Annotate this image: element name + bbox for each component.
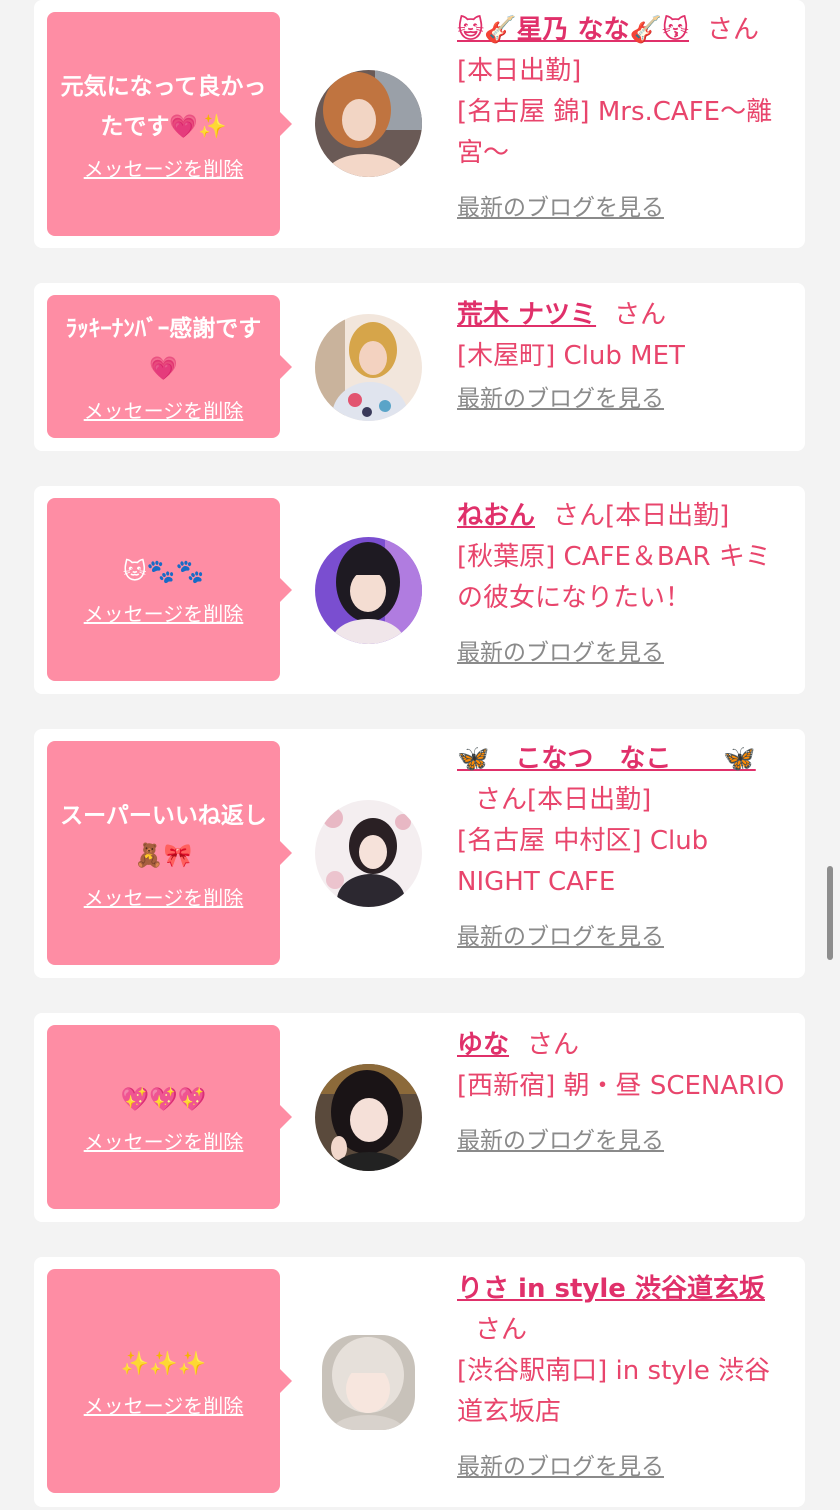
delete-message-link[interactable]: メッセージを削除 [84, 395, 244, 424]
message-text: 元気になって良かったです💗✨ [60, 73, 267, 140]
scrollbar[interactable] [827, 866, 833, 960]
honorific: さん [553, 501, 606, 531]
message-bubble: 元気になって良かったです💗✨ メッセージを削除 [47, 12, 292, 236]
blog-link[interactable]: 最新のブログを見る [457, 1121, 664, 1162]
message-bubble: 🐱🐾🐾 メッセージを削除 [47, 498, 292, 681]
message-text: 🐱🐾🐾 [122, 559, 205, 585]
shop-text: [名古屋 中村区] Club NIGHT CAFE [457, 826, 709, 897]
message-text: ﾗｯｷｰﾅﾝﾊﾞｰ感謝です💗 [65, 316, 262, 382]
blog-link[interactable]: 最新のブログを見る [457, 917, 664, 958]
cast-info: 荒木 ナツミ さん [木屋町] Club MET 最新のブログを見る [457, 295, 793, 420]
message-bubble: ﾗｯｷｰﾅﾝﾊﾞｰ感謝です💗 メッセージを削除 [47, 295, 292, 438]
avatar[interactable] [322, 1335, 415, 1430]
profile-photo-icon [315, 314, 422, 421]
profile-photo-icon [322, 1335, 415, 1430]
delete-message-link[interactable]: メッセージを削除 [84, 1390, 244, 1419]
honorific: さん [614, 300, 667, 330]
cast-name-link[interactable]: ねおん [457, 501, 535, 531]
message-bubble: ✨✨✨ メッセージを削除 [47, 1269, 292, 1493]
message-card: ✨✨✨ メッセージを削除 りさ in style 渋谷道玄坂さん [渋谷駅南口]… [34, 1257, 805, 1507]
status-text: [本日出勤] [457, 56, 582, 86]
profile-photo-icon [315, 70, 422, 177]
cast-name-link[interactable]: 😺🎸星乃 なな🎸😽 [457, 15, 689, 45]
message-text: 💖💖💖 [120, 1086, 207, 1113]
cast-info: りさ in style 渋谷道玄坂さん [渋谷駅南口] in style 渋谷道… [457, 1269, 793, 1488]
message-card: 元気になって良かったです💗✨ メッセージを削除 😺🎸星乃 なな🎸😽 さん [本日出勤… [34, 0, 805, 248]
honorific: さん [475, 1315, 528, 1345]
message-bubble: スーパーいいね返し🧸🎀 メッセージを削除 [47, 741, 292, 965]
message-text: スーパーいいね返し🧸🎀 [60, 802, 267, 869]
avatar[interactable] [315, 314, 422, 421]
honorific: さん [527, 1030, 580, 1060]
blog-link[interactable]: 最新のブログを見る [457, 188, 664, 229]
avatar[interactable] [315, 70, 422, 177]
message-card: 💖💖💖 メッセージを削除 ゆな さん [西新宿] 朝・昼 SCENARIO 最新の… [34, 1013, 805, 1222]
shop-text: [秋葉原] CAFE＆BAR キミの彼女になりたい！ [457, 542, 771, 613]
delete-message-link[interactable]: メッセージを削除 [84, 882, 244, 911]
cast-info: 😺🎸星乃 なな🎸😽 さん [本日出勤] [名古屋 錦] Mrs.CAFE〜離宮〜 最… [457, 10, 793, 229]
avatar[interactable] [315, 1064, 422, 1171]
profile-photo-icon [315, 800, 422, 907]
delete-message-link[interactable]: メッセージを削除 [84, 153, 244, 182]
blog-link[interactable]: 最新のブログを見る [457, 1447, 664, 1488]
cast-name-link[interactable]: 🦋 こなつ なこ 🦋 [457, 744, 756, 774]
message-card: スーパーいいね返し🧸🎀 メッセージを削除 🦋 こなつ なこ 🦋 さん[本日出勤] … [34, 729, 805, 978]
shop-text: [名古屋 錦] Mrs.CAFE〜離宮〜 [457, 97, 773, 168]
avatar[interactable] [315, 537, 422, 644]
blog-link[interactable]: 最新のブログを見る [457, 633, 664, 674]
profile-photo-icon [315, 537, 422, 644]
cast-name-link[interactable]: りさ in style 渋谷道玄坂 [457, 1274, 765, 1304]
status-text: [本日出勤] [527, 785, 652, 815]
honorific: さん [475, 785, 528, 815]
cast-info: ゆな さん [西新宿] 朝・昼 SCENARIO 最新のブログを見る [457, 1025, 793, 1162]
honorific: さん [707, 15, 760, 45]
profile-photo-icon [315, 1064, 422, 1171]
delete-message-link[interactable]: メッセージを削除 [84, 1126, 244, 1155]
cast-info: ねおん さん[本日出勤] [秋葉原] CAFE＆BAR キミの彼女になりたい！ 最… [457, 496, 793, 674]
shop-text: [木屋町] Club MET [457, 341, 685, 371]
delete-message-link[interactable]: メッセージを削除 [84, 598, 244, 627]
message-bubble: 💖💖💖 メッセージを削除 [47, 1025, 292, 1209]
status-text: [本日出勤] [605, 501, 730, 531]
message-card: 🐱🐾🐾 メッセージを削除 ねおん さん[本日出勤] [秋葉原] CAFE＆BAR … [34, 486, 805, 694]
message-card: ﾗｯｷｰﾅﾝﾊﾞｰ感謝です💗 メッセージを削除 荒木 ナツミ さん [木屋町] C… [34, 283, 805, 451]
cast-info: 🦋 こなつ なこ 🦋 さん[本日出勤] [名古屋 中村区] Club NIGHT … [457, 739, 793, 958]
shop-text: [渋谷駅南口] in style 渋谷道玄坂店 [457, 1356, 771, 1427]
message-text: ✨✨✨ [120, 1350, 207, 1377]
shop-text: [西新宿] 朝・昼 SCENARIO [457, 1071, 785, 1101]
avatar[interactable] [315, 800, 422, 907]
cast-name-link[interactable]: ゆな [457, 1030, 509, 1060]
blog-link[interactable]: 最新のブログを見る [457, 379, 664, 420]
cast-name-link[interactable]: 荒木 ナツミ [457, 300, 596, 330]
